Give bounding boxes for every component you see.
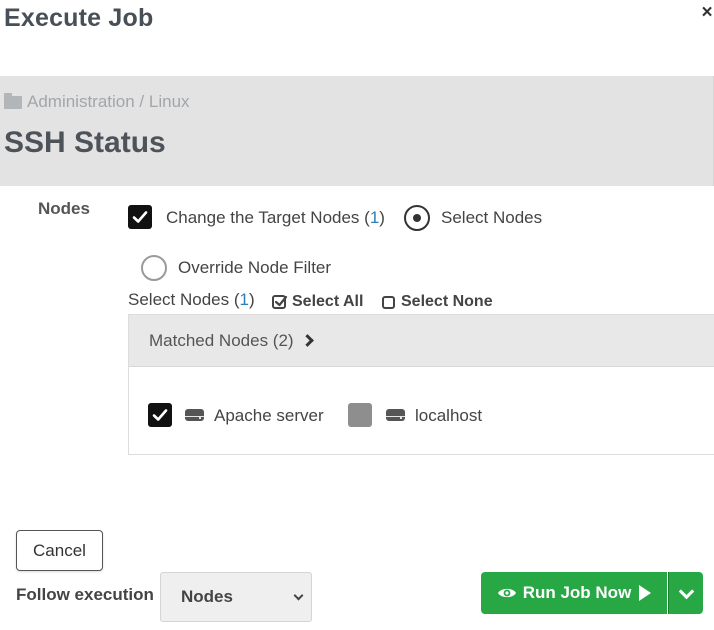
change-target-checkbox[interactable] bbox=[128, 205, 152, 229]
modal-title: Execute Job bbox=[4, 4, 154, 32]
run-job-now-button[interactable]: Run Job Now bbox=[481, 572, 667, 614]
breadcrumb: Administration / Linux bbox=[4, 92, 190, 112]
chevron-down-icon bbox=[293, 590, 304, 601]
folder-icon bbox=[4, 92, 22, 109]
matched-nodes-header: Matched Nodes (2) bbox=[149, 330, 294, 350]
matched-nodes-toggle[interactable]: Matched Nodes (2) bbox=[129, 315, 714, 367]
change-target-count: 1 bbox=[369, 208, 380, 227]
change-target-suffix: ) bbox=[379, 208, 385, 227]
check-icon bbox=[132, 211, 148, 223]
select-nodes-radio-label[interactable]: Select Nodes bbox=[441, 208, 542, 228]
select-nodes-summary-suffix: ) bbox=[248, 290, 255, 309]
select-none-label: Select None bbox=[401, 293, 493, 310]
node-checkbox-localhost[interactable] bbox=[348, 403, 372, 427]
select-nodes-summary-count: 1 bbox=[239, 290, 249, 309]
select-none-button[interactable]: Select None bbox=[382, 293, 493, 311]
cancel-button[interactable]: Cancel bbox=[16, 530, 103, 571]
override-filter-radio-label[interactable]: Override Node Filter bbox=[178, 258, 331, 278]
change-target-label[interactable]: Change the Target Nodes (1) bbox=[166, 208, 385, 228]
chevron-right-icon bbox=[300, 334, 314, 347]
eye-icon bbox=[497, 588, 516, 598]
run-options-dropdown-button[interactable] bbox=[668, 572, 703, 614]
cancel-label: Cancel bbox=[33, 540, 86, 560]
run-job-label: Run Job Now bbox=[522, 583, 632, 602]
check-icon bbox=[152, 409, 168, 421]
follow-execution-select[interactable]: Nodes bbox=[160, 572, 312, 622]
empty-square-icon bbox=[382, 295, 395, 309]
select-all-label: Select All bbox=[292, 293, 364, 310]
follow-execution-label: Follow execution bbox=[16, 585, 154, 604]
select-nodes-summary: Select Nodes (1) bbox=[128, 290, 255, 310]
server-icon bbox=[185, 409, 204, 421]
job-header: Administration / Linux SSH Status bbox=[0, 76, 714, 186]
check-square-icon bbox=[272, 295, 288, 309]
select-nodes-radio[interactable] bbox=[404, 205, 430, 231]
node-label-localhost[interactable]: localhost bbox=[415, 406, 482, 426]
select-nodes-summary-prefix: Select Nodes ( bbox=[128, 290, 240, 309]
override-filter-radio[interactable] bbox=[141, 255, 167, 281]
server-icon bbox=[386, 409, 405, 421]
close-icon[interactable]: × bbox=[698, 2, 714, 24]
follow-execution-value: Nodes bbox=[181, 587, 233, 606]
change-target-prefix: Change the Target Nodes ( bbox=[166, 208, 370, 227]
nodes-label: Nodes bbox=[38, 199, 90, 218]
select-all-button[interactable]: Select All bbox=[272, 293, 363, 311]
job-name: SSH Status bbox=[4, 126, 166, 159]
breadcrumb-text[interactable]: Administration / Linux bbox=[27, 92, 190, 112]
node-label-apache-server[interactable]: Apache server bbox=[214, 406, 324, 426]
node-checkbox-apache-server[interactable] bbox=[148, 403, 172, 427]
play-icon bbox=[639, 585, 652, 601]
matched-nodes-panel: Matched Nodes (2) bbox=[128, 314, 714, 455]
